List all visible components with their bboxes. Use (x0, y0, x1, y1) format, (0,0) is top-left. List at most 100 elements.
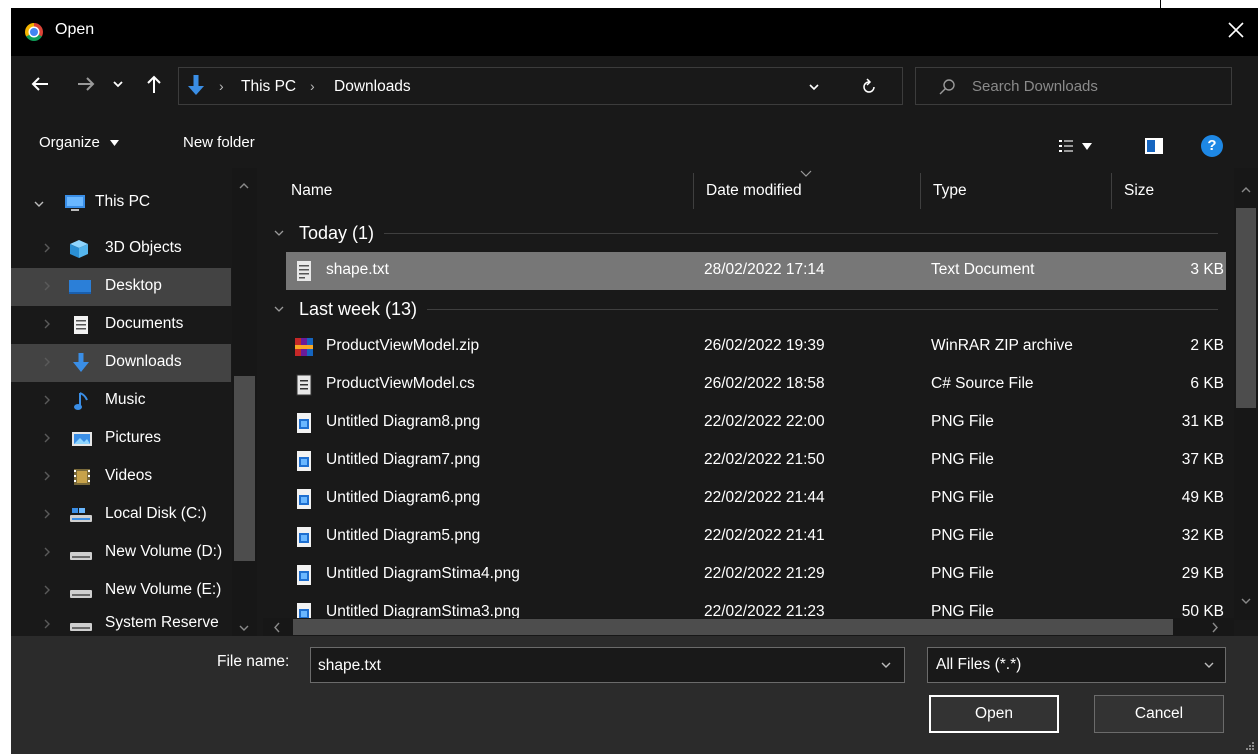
file-date-modified: 28/02/2022 17:14 (704, 261, 825, 278)
tree-item-desktop[interactable]: Desktop (11, 268, 231, 306)
open-button[interactable]: Open (929, 695, 1059, 733)
navigation-pane-scrollbar[interactable] (232, 168, 257, 636)
scroll-down-icon[interactable] (1240, 597, 1252, 605)
file-row[interactable]: shape.txt 28/02/2022 17:14 Text Document 3 … (286, 252, 1226, 290)
expand-chevron-icon[interactable] (43, 432, 51, 444)
scrollbar-thumb[interactable] (1236, 208, 1256, 408)
expand-chevron-icon[interactable] (43, 584, 51, 596)
file-row[interactable]: Untitled Diagram5.png 22/02/2022 21:41 PNG… (286, 518, 1226, 556)
tree-label: Pictures (105, 429, 161, 446)
scroll-down-icon[interactable] (238, 624, 250, 632)
drive-icon (70, 552, 92, 560)
file-type: PNG File (931, 451, 994, 468)
tree-item-videos[interactable]: Videos (11, 458, 231, 496)
scrollbar-thumb[interactable] (234, 376, 255, 561)
refresh-icon[interactable] (859, 77, 879, 97)
chevron-down-icon[interactable] (111, 73, 125, 95)
tree-label: Downloads (105, 353, 182, 370)
expand-chevron-icon[interactable] (43, 280, 51, 292)
arrow-left-icon[interactable] (29, 73, 51, 95)
tree-item-documents[interactable]: Documents (11, 306, 231, 344)
tree-item-music[interactable]: Music (11, 382, 231, 420)
scroll-up-icon[interactable] (238, 182, 250, 190)
expand-chevron-icon[interactable] (43, 618, 51, 630)
address-history-chevron-icon[interactable] (807, 81, 821, 93)
file-name: ProductViewModel.cs (326, 375, 475, 392)
file-row[interactable]: ProductViewModel.cs 26/02/2022 18:58 C# So… (286, 366, 1226, 404)
arrow-up-icon[interactable] (143, 73, 165, 95)
column-label: Size (1124, 182, 1155, 199)
expand-chevron-icon[interactable] (43, 356, 51, 368)
file-row[interactable]: Untitled Diagram8.png 22/02/2022 22:00 PNG… (286, 404, 1226, 442)
file-type-select[interactable]: All Files (*.*) (927, 647, 1226, 683)
group-header[interactable]: Last week (13) (263, 290, 1223, 328)
search-icon (939, 79, 955, 95)
documents-icon (74, 316, 88, 334)
tree-item-this-pc[interactable]: This PC (11, 184, 231, 222)
scroll-up-icon[interactable] (1240, 186, 1252, 194)
preview-pane-icon[interactable] (1145, 138, 1163, 154)
arrow-right-icon[interactable] (75, 73, 97, 95)
file-row[interactable]: Untitled DiagramStima4.png 22/02/2022 21:… (286, 556, 1226, 594)
column-header-type[interactable]: Type (921, 168, 1111, 214)
expand-chevron-icon[interactable] (43, 318, 51, 330)
open-file-dialog: Open › This PC › Downloads Search Downlo… (11, 8, 1258, 754)
file-size: 32 KB (1181, 527, 1224, 544)
organize-button[interactable]: Organize (39, 134, 120, 151)
file-name: Untitled DiagramStima4.png (326, 565, 520, 582)
search-box[interactable]: Search Downloads (915, 67, 1232, 105)
address-bar[interactable]: › This PC › Downloads (178, 67, 903, 105)
file-name-input[interactable]: shape.txt (310, 647, 905, 683)
column-header-size[interactable]: Size (1112, 168, 1232, 214)
expand-chevron-icon[interactable] (43, 508, 51, 520)
file-date-modified: 22/02/2022 21:29 (704, 565, 825, 582)
collapse-chevron-icon[interactable] (273, 305, 285, 313)
expand-chevron-icon[interactable] (43, 394, 51, 406)
scroll-right-icon[interactable] (1211, 622, 1219, 633)
breadcrumb-this-pc[interactable]: This PC (241, 78, 296, 96)
file-row[interactable]: Untitled Diagram6.png 22/02/2022 21:44 PNG… (286, 480, 1226, 518)
tree-item-pictures[interactable]: Pictures (11, 420, 231, 458)
cancel-button[interactable]: Cancel (1094, 695, 1224, 733)
tree-label: System Reserved (105, 614, 219, 631)
tree-item-3d-objects[interactable]: 3D Objects (11, 230, 231, 268)
column-label: Name (291, 182, 333, 199)
tree-item-local-disk-c[interactable]: Local Disk (C:) (11, 496, 231, 534)
file-type: PNG File (931, 527, 994, 544)
group-header[interactable]: Today (1) (263, 214, 1223, 252)
file-type: PNG File (931, 413, 994, 430)
tree-item-new-volume-e[interactable]: New Volume (E:) (11, 572, 231, 610)
file-list-horizontal-scrollbar[interactable] (263, 618, 1234, 636)
new-folder-button[interactable]: New folder (183, 134, 255, 151)
file-row[interactable]: ProductViewModel.zip 26/02/2022 19:39 WinR… (286, 328, 1226, 366)
chevron-down-icon[interactable] (880, 661, 892, 669)
collapse-chevron-icon[interactable] (273, 229, 285, 237)
help-icon[interactable]: ? (1201, 135, 1223, 157)
tree-item-new-volume-d[interactable]: New Volume (D:) (11, 534, 231, 572)
png-file-icon (297, 565, 311, 585)
column-header-name[interactable]: Name (263, 168, 693, 214)
tree-item-system-reserved[interactable]: System Reserved (11, 610, 231, 636)
file-row[interactable]: Untitled Diagram7.png 22/02/2022 21:50 PNG… (286, 442, 1226, 480)
scroll-left-icon[interactable] (273, 622, 281, 633)
expand-chevron-icon[interactable] (33, 200, 45, 208)
drive-icon (70, 590, 92, 598)
close-icon[interactable] (1224, 18, 1248, 42)
zip-archive-icon (295, 338, 313, 356)
file-type: C# Source File (931, 375, 1034, 392)
view-options-button[interactable] (1058, 138, 1098, 156)
navigation-bar: › This PC › Downloads Search Downloads (11, 60, 1258, 110)
file-name: shape.txt (326, 261, 389, 278)
scrollbar-thumb[interactable] (293, 619, 1173, 635)
column-header-date-modified[interactable]: Date modified (694, 168, 920, 214)
expand-chevron-icon[interactable] (43, 470, 51, 482)
expand-chevron-icon[interactable] (43, 546, 51, 558)
chrome-icon (25, 23, 43, 41)
tree-item-downloads[interactable]: Downloads (11, 344, 231, 382)
breadcrumb-downloads[interactable]: Downloads (334, 78, 411, 96)
file-list-vertical-scrollbar[interactable] (1234, 168, 1258, 620)
view-options-icon (1059, 140, 1073, 152)
png-file-icon (297, 413, 311, 433)
resize-grip-icon[interactable] (1245, 741, 1255, 751)
expand-chevron-icon[interactable] (43, 242, 51, 254)
